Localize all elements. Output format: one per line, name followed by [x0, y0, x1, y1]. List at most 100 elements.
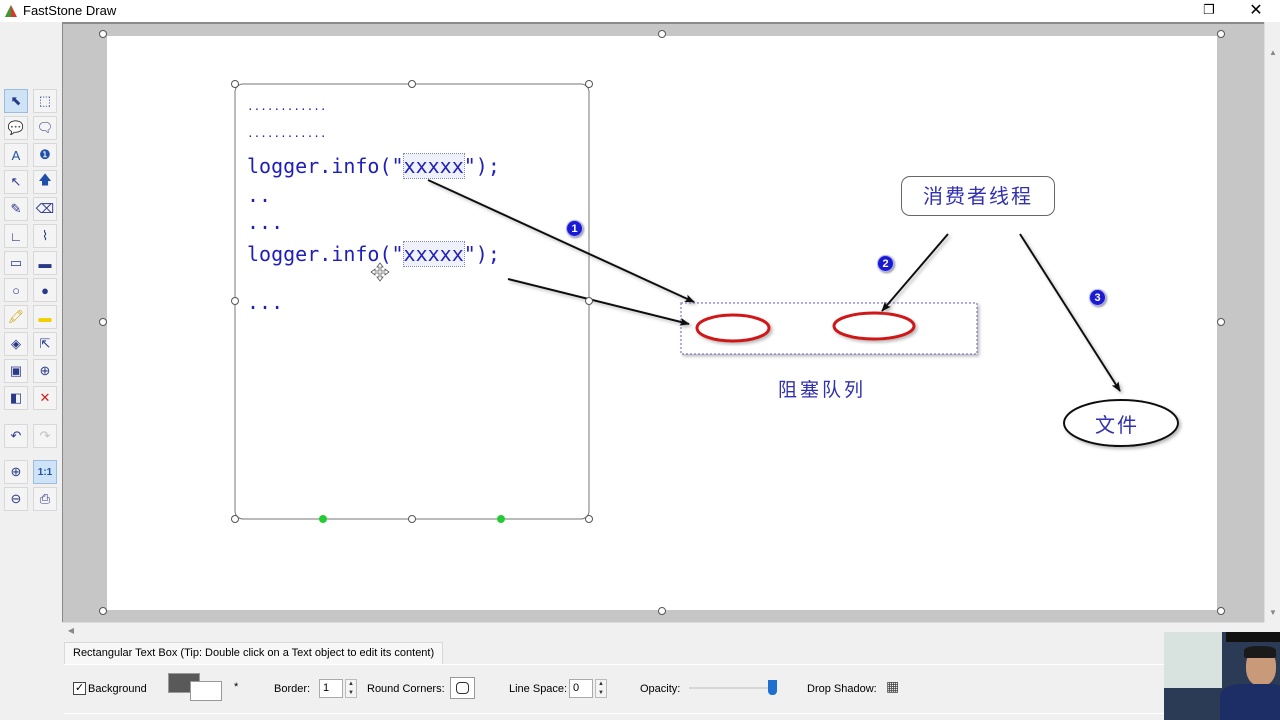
file-label: 文件	[1095, 413, 1139, 437]
log-message-placeholder-1[interactable]: xxxxx	[402, 153, 465, 179]
select-tool[interactable]: ⬉	[4, 89, 28, 113]
marquee-select-icon: ⬚	[38, 93, 52, 108]
line-space-input[interactable]: 0	[569, 679, 593, 698]
filled-rectangle-tool[interactable]: ▬	[33, 251, 57, 275]
zoom-in-button[interactable]: ⊕	[4, 460, 28, 484]
redo-button[interactable]: ↷	[33, 424, 57, 448]
highlight-rect-icon: ▬	[38, 309, 52, 325]
select-icon: ⬉	[10, 93, 22, 108]
filled-ellipse-tool[interactable]: ●	[33, 278, 57, 302]
text-icon: A	[11, 147, 21, 163]
log-message-placeholder-2[interactable]: xxxxx	[402, 241, 465, 267]
actual-size-icon: 1:1	[37, 466, 53, 478]
highlighter-tool[interactable]: 🖍	[4, 305, 28, 329]
opacity-slider-track[interactable]	[689, 687, 773, 689]
restore-window-button[interactable]: ❐	[1200, 2, 1218, 20]
properties-controls: ✓ Background * Border: 1 ▲ ▼ Round Corner…	[64, 664, 1280, 714]
step-badge-2[interactable]: 2	[877, 255, 894, 272]
arrow-icon: ↖	[10, 174, 22, 189]
print-icon: ⎙	[39, 491, 51, 506]
rect-callout-tool[interactable]: 💬	[4, 116, 28, 140]
code-ellipsis-line-1: ............	[247, 100, 327, 113]
vertical-scrollbar[interactable]: ▲ ▼	[1264, 22, 1280, 622]
zoom-out-icon: ⊖	[10, 491, 22, 506]
code-prefix: logger.info("	[247, 242, 404, 266]
round-corners-button[interactable]	[450, 677, 475, 699]
opacity-slider-thumb[interactable]	[768, 680, 777, 695]
code-prefix: logger.info("	[247, 154, 404, 178]
webcam-monitor	[1226, 632, 1280, 642]
marquee-select-tool[interactable]: ⬚	[33, 89, 57, 113]
background-label: Background	[88, 683, 147, 695]
background-color-tool[interactable]: ◧	[4, 386, 28, 410]
title-bar: FastStone Draw ❐ ✕	[0, 0, 1280, 22]
consumer-thread-box[interactable]: 消费者线程	[901, 176, 1055, 216]
arrow-tool[interactable]: ↖	[4, 170, 28, 194]
background-color-swatch[interactable]	[190, 681, 222, 701]
step-number-tool[interactable]: ❶	[33, 143, 57, 167]
undo-button[interactable]: ↶	[4, 424, 28, 448]
border-width-input[interactable]: 1	[319, 679, 343, 698]
horizontal-scrollbar[interactable]: ◀	[62, 622, 1264, 638]
round-corners-label: Round Corners:	[367, 683, 445, 695]
code-text-box[interactable]	[234, 83, 590, 520]
ellipse-icon: ○	[12, 282, 20, 298]
code-line-dots-2: ..	[247, 183, 272, 207]
queue-item-2[interactable]	[832, 311, 916, 341]
text-tool[interactable]: A	[4, 143, 28, 167]
line-space-spinner[interactable]: ▲ ▼	[595, 679, 607, 698]
rectangle-icon: ▭	[9, 255, 23, 270]
scroll-down-icon[interactable]: ▼	[1266, 606, 1280, 620]
add-pointer-icon: ⇱	[39, 336, 51, 351]
round-callout-icon: 🗨	[36, 120, 54, 135]
pen-icon: ✎	[10, 201, 22, 216]
image-icon: ▣	[9, 363, 23, 378]
drop-shadow-grid-icon[interactable]: ▦	[886, 679, 902, 694]
line-space-label: Line Space:	[509, 683, 568, 695]
background-checkbox[interactable]: ✓	[73, 682, 86, 695]
rect-callout-icon: 💬	[7, 120, 25, 135]
line-tool[interactable]: ∟	[4, 224, 28, 248]
scroll-up-icon[interactable]: ▲	[1266, 46, 1280, 60]
ellipse-tool[interactable]: ○	[4, 278, 28, 302]
round-callout-tool[interactable]: 🗨	[33, 116, 57, 140]
zoom-out-button[interactable]: ⊖	[4, 487, 28, 511]
actual-size-button[interactable]: 1:1	[33, 460, 57, 484]
blocking-queue-label[interactable]: 阻塞队列	[778, 375, 866, 402]
webcam-overlay	[1164, 632, 1280, 720]
add-pointer-tool[interactable]: ⇱	[33, 332, 57, 356]
step-number-icon: ❶	[39, 147, 51, 162]
fill-tool[interactable]: ◈	[4, 332, 28, 356]
eraser-icon: ⌫	[35, 201, 55, 216]
step-badge-1[interactable]: 1	[566, 220, 583, 237]
code-line-logger-1: logger.info("xxxxx");	[247, 153, 500, 179]
pen-tool[interactable]: ✎	[4, 197, 28, 221]
scroll-left-icon[interactable]: ◀	[64, 624, 78, 638]
delete-tool[interactable]: ✕	[33, 386, 57, 410]
magnify-icon: ⊕	[39, 363, 51, 378]
rounded-rect-icon	[456, 682, 469, 694]
image-tool[interactable]: ▣	[4, 359, 28, 383]
undo-icon: ↶	[10, 428, 22, 443]
highlight-rect-tool[interactable]: ▬	[33, 305, 57, 329]
step-badge-3[interactable]: 3	[1089, 289, 1106, 306]
filled-rectangle-icon: ▬	[38, 255, 52, 271]
curve-tool[interactable]: ⌇	[33, 224, 57, 248]
eraser-tool[interactable]: ⌫	[33, 197, 57, 221]
border-spinner[interactable]: ▲ ▼	[345, 679, 357, 698]
redo-icon: ↷	[39, 428, 51, 443]
color-asterisk: *	[234, 681, 239, 693]
rectangle-tool[interactable]: ▭	[4, 251, 28, 275]
block-arrow-tool[interactable]: 🡅	[33, 170, 57, 194]
drop-shadow-label: Drop Shadow:	[807, 683, 877, 695]
magnify-tool[interactable]: ⊕	[33, 359, 57, 383]
curve-icon: ⌇	[41, 228, 49, 243]
webcam-person-hair	[1244, 646, 1276, 658]
faststone-app-icon	[5, 5, 17, 17]
print-button[interactable]: ⎙	[33, 487, 57, 511]
drawing-toolbar: ⬉ ⬚ 💬 🗨 A ❶ ↖ 🡅 ✎ ⌫ ∟ ⌇ ▭ ▬ ○ ● 🖍 ▬ ◈ ⇱ ▣ ⊕ ◧ ✕ ↶ ↷ ⊕ 1:1 ⊖ ⎙	[0, 22, 62, 635]
queue-item-1[interactable]	[695, 313, 771, 343]
webcam-person-body	[1220, 684, 1280, 720]
object-type-tab: Rectangular Text Box (Tip: Double click …	[64, 642, 444, 664]
close-window-button[interactable]: ✕	[1245, 0, 1267, 20]
